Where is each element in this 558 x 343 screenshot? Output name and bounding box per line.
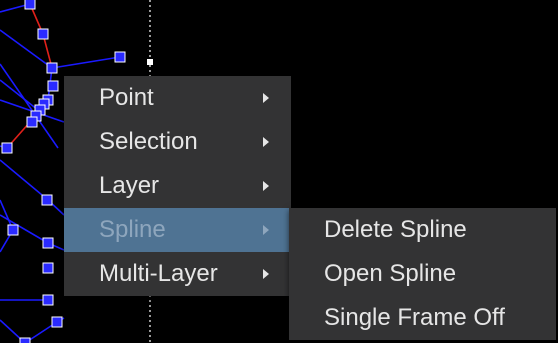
spline-control-point[interactable]: [51, 316, 63, 328]
spline-control-point[interactable]: [114, 51, 126, 63]
spline-control-point[interactable]: [42, 262, 54, 274]
spline-control-point[interactable]: [42, 294, 54, 306]
spline-submenu: Delete Spline Open Spline Single Frame O…: [289, 208, 556, 340]
spline-control-point[interactable]: [1, 142, 13, 154]
spline-control-point[interactable]: [41, 194, 53, 206]
context-menu: Point Selection Layer Spline Multi-Layer: [64, 76, 291, 296]
spline-control-point[interactable]: [47, 80, 59, 92]
menu-item-open-spline[interactable]: Open Spline: [289, 252, 556, 296]
spline-control-point[interactable]: [24, 0, 36, 10]
spline-control-point[interactable]: [42, 237, 54, 249]
menu-item-label: Open Spline: [324, 260, 457, 287]
menu-item-label: Spline: [99, 216, 166, 243]
chevron-right-icon: [263, 269, 269, 279]
spline-control-point[interactable]: [19, 337, 31, 343]
menu-item-label: Multi-Layer: [99, 260, 218, 287]
menu-item-single-frame-off[interactable]: Single Frame Off: [289, 296, 556, 340]
menu-item-point[interactable]: Point: [64, 76, 291, 120]
guide-handle[interactable]: [147, 59, 153, 65]
spline-control-point[interactable]: [26, 116, 38, 128]
menu-item-spline[interactable]: Spline: [64, 208, 291, 252]
menu-item-label: Point: [99, 84, 154, 111]
menu-item-label: Delete Spline: [324, 216, 467, 243]
chevron-right-icon: [263, 225, 269, 235]
spline-segment: [0, 79, 39, 111]
chevron-right-icon: [263, 93, 269, 103]
spline-control-point[interactable]: [37, 28, 49, 40]
menu-item-label: Single Frame Off: [324, 304, 505, 331]
menu-item-label: Layer: [99, 172, 160, 199]
menu-item-label: Selection: [99, 128, 198, 155]
spline-control-point[interactable]: [46, 62, 58, 74]
spline-segment: [0, 159, 49, 201]
viewer-canvas[interactable]: Point Selection Layer Spline Multi-Layer…: [0, 0, 558, 343]
menu-item-layer[interactable]: Layer: [64, 164, 291, 208]
menu-item-multi-layer[interactable]: Multi-Layer: [64, 252, 291, 296]
chevron-right-icon: [263, 181, 269, 191]
menu-item-selection[interactable]: Selection: [64, 120, 291, 164]
chevron-right-icon: [263, 137, 269, 147]
spline-segment: [51, 56, 121, 69]
menu-item-delete-spline[interactable]: Delete Spline: [289, 208, 556, 252]
spline-control-point[interactable]: [7, 224, 19, 236]
